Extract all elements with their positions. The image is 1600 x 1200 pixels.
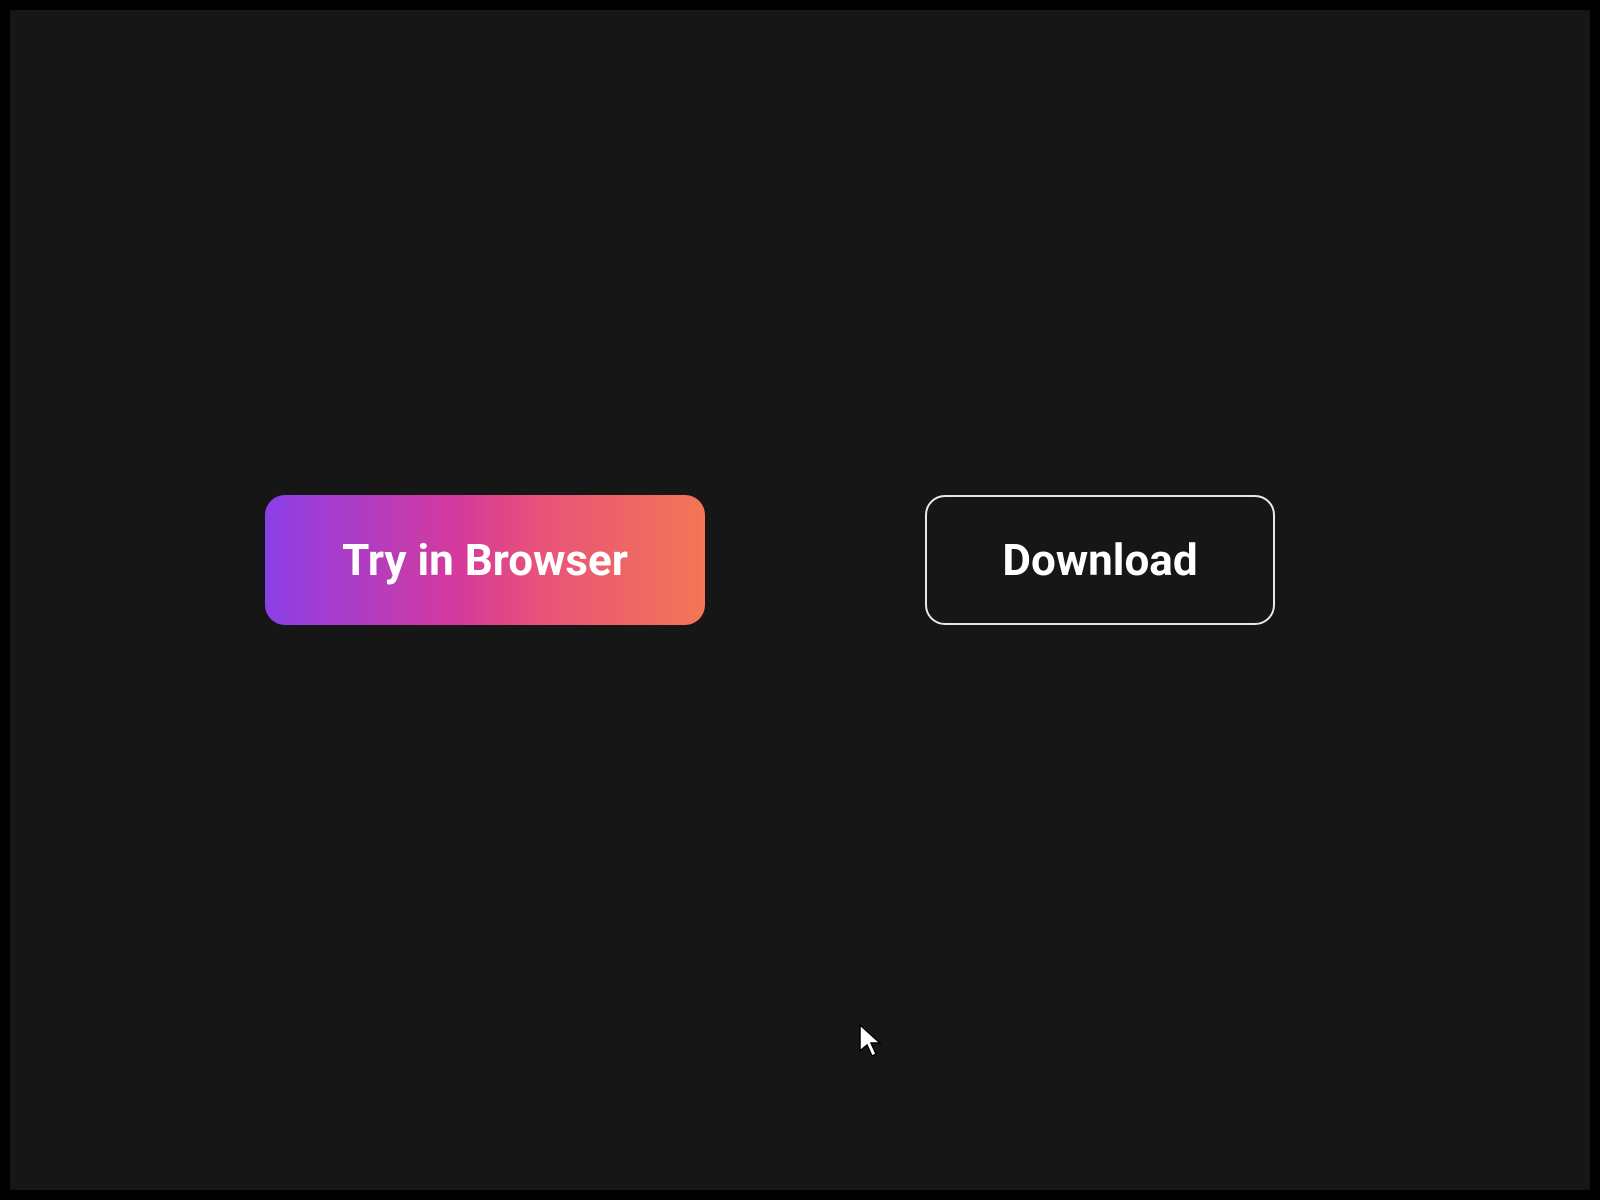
download-label: Download	[1002, 534, 1197, 586]
try-in-browser-button[interactable]: Try in Browser	[265, 495, 705, 625]
download-button[interactable]: Download	[925, 495, 1275, 625]
button-row: Try in Browser Download	[265, 495, 1275, 625]
try-in-browser-label: Try in Browser	[342, 534, 628, 586]
page-background: Try in Browser Download	[10, 10, 1590, 1190]
